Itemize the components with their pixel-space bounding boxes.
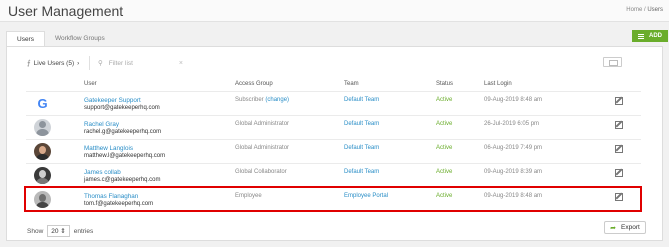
chevron-right-icon: › xyxy=(77,59,80,67)
column-header-last-login[interactable]: Last Login xyxy=(484,81,512,87)
export-icon: ➦ xyxy=(610,224,617,232)
user-name-link[interactable]: Rachel Gray xyxy=(84,121,119,128)
access-group: Global Administrator xyxy=(235,145,290,151)
columns-toggle-button[interactable] xyxy=(603,57,622,67)
team-link[interactable]: Default Team xyxy=(344,169,379,175)
edit-icon[interactable] xyxy=(615,145,623,153)
page-size-value: 20 xyxy=(51,228,59,235)
live-users-filter[interactable]: ⨍ Live Users (5) › xyxy=(27,59,80,68)
entries-label: entries xyxy=(73,227,94,235)
team-link[interactable]: Default Team xyxy=(344,145,379,151)
user-name-link[interactable]: James collab xyxy=(84,169,121,176)
table-row[interactable]: James collab james.c@gatekeeperhq.com Gl… xyxy=(26,163,641,187)
top-bar: User Management Home / Users xyxy=(0,0,669,22)
export-label: Export xyxy=(621,224,640,231)
status-badge: Active xyxy=(436,145,453,151)
access-group: Subscriber (change) xyxy=(235,97,289,103)
filter-search[interactable]: ⚲ Filter list × xyxy=(98,59,183,68)
add-button-label: ADD xyxy=(649,33,662,39)
user-name-link[interactable]: Gatekeeper Support xyxy=(84,97,141,104)
last-login: 26-Jul-2019 6:05 pm xyxy=(484,121,540,127)
search-icon: ⚲ xyxy=(98,60,103,67)
page-title: User Management xyxy=(8,3,124,19)
avatar xyxy=(34,167,51,184)
column-header-access-group[interactable]: Access Group xyxy=(235,81,273,87)
last-login: 09-Aug-2019 8:48 am xyxy=(484,97,543,103)
page-size-select[interactable]: 20 ⇕ xyxy=(47,225,70,237)
avatar xyxy=(34,143,51,160)
column-header-status[interactable]: Status xyxy=(436,81,453,87)
show-label: Show xyxy=(27,227,44,235)
breadcrumb-current: Users xyxy=(647,7,663,13)
change-access-link[interactable]: (change) xyxy=(265,97,289,103)
breadcrumb-separator: / xyxy=(643,7,646,13)
page-size-control: Show 20 ⇕ entries xyxy=(27,225,93,237)
column-header-team[interactable]: Team xyxy=(344,81,359,87)
menu-icon xyxy=(638,33,644,39)
access-group: Global Collaborator xyxy=(235,169,287,175)
tab-bar: Users Workflow Groups xyxy=(6,31,115,46)
user-email: james.c@gatekeeperhq.com xyxy=(84,177,161,183)
team-link[interactable]: Default Team xyxy=(344,121,379,127)
breadcrumb-home[interactable]: Home xyxy=(626,7,642,13)
add-button[interactable]: ADD xyxy=(632,30,668,42)
filter-icon: ⨍ xyxy=(27,60,31,67)
user-email: rachel.g@gatekeeperhq.com xyxy=(84,129,162,135)
row-highlight-box xyxy=(24,186,642,212)
table-row[interactable]: Matthew Langlois matthew.l@gatekeeperhq.… xyxy=(26,139,641,163)
tab-workflow-groups[interactable]: Workflow Groups xyxy=(45,31,115,46)
status-badge: Active xyxy=(436,97,453,103)
edit-icon[interactable] xyxy=(615,97,623,105)
google-logo-icon: G xyxy=(34,95,51,112)
search-input[interactable]: Filter list xyxy=(109,60,133,67)
clear-icon[interactable]: × xyxy=(179,60,183,67)
table-row[interactable]: Rachel Gray rachel.g@gatekeeperhq.com Gl… xyxy=(26,115,641,139)
tab-users[interactable]: Users xyxy=(6,31,45,46)
last-login: 06-Aug-2019 7:49 pm xyxy=(484,145,543,151)
divider xyxy=(89,56,90,70)
edit-icon[interactable] xyxy=(615,121,623,129)
user-name-link[interactable]: Matthew Langlois xyxy=(84,145,133,152)
status-badge: Active xyxy=(436,169,453,175)
status-badge: Active xyxy=(436,121,453,127)
table-row[interactable]: G Gatekeeper Support support@gatekeeperh… xyxy=(26,91,641,115)
edit-icon[interactable] xyxy=(615,169,623,177)
filter-label: Live Users (5) xyxy=(33,59,75,67)
user-email: matthew.l@gatekeeperhq.com xyxy=(84,153,166,159)
access-group: Global Administrator xyxy=(235,121,290,127)
export-button[interactable]: ➦ Export xyxy=(604,221,646,234)
placeholder-avatar-icon xyxy=(34,119,51,136)
last-login: 09-Aug-2019 8:39 am xyxy=(484,169,543,175)
user-email: support@gatekeeperhq.com xyxy=(84,105,160,111)
column-header-user[interactable]: User xyxy=(84,81,97,87)
team-link[interactable]: Default Team xyxy=(344,97,379,103)
breadcrumb: Home / Users xyxy=(626,7,663,13)
access-group-label: Subscriber xyxy=(235,97,264,103)
